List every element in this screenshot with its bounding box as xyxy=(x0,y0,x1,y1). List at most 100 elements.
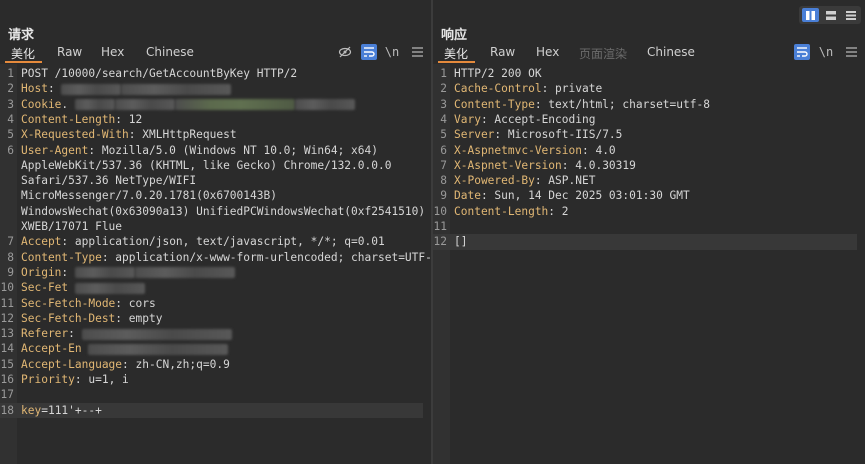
editor-line[interactable]: 10 Sec-Fet xyxy=(0,280,423,295)
wrap-lines-icon[interactable] xyxy=(794,44,810,60)
tab-pretty[interactable]: 美化 xyxy=(444,45,468,62)
editor-line[interactable]: 15 Accept-Language: zh-CN,zh;q=0.9 xyxy=(0,357,423,372)
request-editor[interactable]: 1 POST /10000/search/GetAccountByKey HTTP… xyxy=(0,64,439,464)
header-value: : 2 xyxy=(548,204,569,218)
line-number: 12 xyxy=(433,235,447,249)
header-value: : Microsoft-IIS/7.5 xyxy=(494,128,623,142)
header-value: AppleWebKit/537.36 (KHTML, like Gecko) C… xyxy=(21,158,392,172)
menu-icon[interactable] xyxy=(843,44,859,60)
active-tab-underline xyxy=(438,61,475,63)
redacted-value xyxy=(114,99,175,111)
editor-line[interactable]: 12 [] xyxy=(433,234,857,250)
editor-line[interactable]: 13 Referer: xyxy=(0,326,423,341)
editor-line[interactable]: 2 Cache-Control: private xyxy=(433,81,857,96)
editor-line[interactable]: 3 Cookie. xyxy=(0,97,423,112)
header-value: [] xyxy=(454,235,468,249)
newline-icon[interactable]: \n xyxy=(818,44,834,60)
redacted-value xyxy=(74,267,135,279)
editor-line[interactable]: 6 X-Aspnetmvc-Version: 4.0 xyxy=(433,143,857,158)
editor-line[interactable]: 12 Sec-Fetch-Dest: empty xyxy=(0,311,423,326)
active-tab-underline xyxy=(5,61,42,63)
editor-line[interactable]: 9 Date: Sun, 14 Dec 2025 03:01:30 GMT xyxy=(433,188,857,203)
side-by-side-layout-icon[interactable] xyxy=(802,8,819,22)
line-number: 1 xyxy=(440,67,447,80)
header-name: X-Aspnetmvc-Version xyxy=(454,143,582,157)
editor-line[interactable]: 1 POST /10000/search/GetAccountByKey HTTP… xyxy=(0,66,423,81)
line-code: X-Aspnetmvc-Version: 4.0 xyxy=(454,143,616,158)
tab-hex[interactable]: Hex xyxy=(101,45,124,59)
response-editor[interactable]: 1 HTTP/2 200 OK 2 Cache-Control: private 3 Co… xyxy=(433,64,865,464)
editor-line[interactable]: WindowsWechat(0x63090a13) UnifiedPCWindo… xyxy=(0,204,426,219)
editor-line[interactable]: 11 xyxy=(433,219,857,234)
editor-line[interactable]: 5 X-Requested-With: XMLHttpRequest xyxy=(0,127,423,142)
newline-icon[interactable]: \n xyxy=(384,44,400,60)
editor-line[interactable]: Safari/537.36 NetType/WIFI xyxy=(0,173,423,188)
editor-line[interactable]: AppleWebKit/537.36 (KHTML, like Gecko) C… xyxy=(0,158,423,173)
line-code: Host: xyxy=(21,81,232,96)
editor-line[interactable]: 16 Priority: u=1, i xyxy=(0,372,423,387)
line-number: 8 xyxy=(7,250,14,264)
top-bottom-layout-icon[interactable] xyxy=(822,8,839,22)
tab-raw[interactable]: Raw xyxy=(490,45,515,59)
editor-line[interactable]: 18 key=111'+--+ xyxy=(0,402,423,418)
header-value: POST /10000/search/GetAccountByKey HTTP/… xyxy=(21,67,298,80)
request-pane: 请求 美化 Raw Hex Chinese \n 1 POST /10000/se… xyxy=(0,0,439,464)
header-value: =111'+--+ xyxy=(41,403,102,417)
header-value: : cors xyxy=(115,296,156,310)
line-code: Safari/537.36 NetType/WIFI xyxy=(21,173,196,188)
editor-line[interactable]: 7 X-Aspnet-Version: 4.0.30319 xyxy=(433,158,857,173)
header-name: Server xyxy=(454,128,495,142)
line-code: [] xyxy=(454,234,467,249)
tab-hex[interactable]: Hex xyxy=(536,45,559,59)
editor-line[interactable]: 5 Server: Microsoft-IIS/7.5 xyxy=(433,127,857,142)
editor-line[interactable]: 4 Content-Length: 12 xyxy=(0,112,423,127)
header-value: MicroMessenger/7.0.20.1781(0x6700143B) xyxy=(21,189,277,203)
header-name: Sec-Fet xyxy=(21,281,69,295)
editor-line[interactable]: 8 Content-Type: application/x-www-form-ur… xyxy=(0,250,438,265)
line-number: 14 xyxy=(0,342,14,356)
line-number: 4 xyxy=(440,112,447,126)
line-code: Referer: xyxy=(21,326,232,341)
line-number: 16 xyxy=(0,373,14,386)
tab-chinese[interactable]: Chinese xyxy=(146,45,194,59)
tab-raw[interactable]: Raw xyxy=(57,45,82,59)
editor-line[interactable]: 10 Content-Length: 2 xyxy=(433,204,857,219)
editor-line[interactable]: 14 Accept-En xyxy=(0,341,423,356)
header-value: : 4.0 xyxy=(581,143,616,157)
menu-icon[interactable] xyxy=(409,44,425,60)
header-name: Origin xyxy=(21,265,62,279)
header-name: Content-Length xyxy=(454,204,549,218)
editor-line[interactable]: 11 Sec-Fetch-Mode: cors xyxy=(0,296,423,311)
editor-line[interactable]: 6 User-Agent: Mozilla/5.0 (Windows NT 10.… xyxy=(0,143,423,158)
tab-render[interactable]: 页面渲染 xyxy=(579,45,627,62)
header-value: : Accept-Encoding xyxy=(480,112,596,126)
eye-slash-icon[interactable] xyxy=(337,44,353,60)
tabs-layout-icon[interactable] xyxy=(842,8,859,22)
header-value: : zh-CN,zh;q=0.9 xyxy=(122,357,230,371)
header-name: Accept xyxy=(21,235,62,249)
editor-line[interactable]: 3 Content-Type: text/html; charset=utf-8 xyxy=(433,97,857,112)
editor-line[interactable]: 17 xyxy=(0,387,423,402)
line-code: Priority: u=1, i xyxy=(21,372,129,387)
editor-line[interactable]: 9 Origin: xyxy=(0,265,423,280)
editor-line[interactable]: XWEB/17071 Flue xyxy=(0,219,423,234)
header-value: WindowsWechat(0x63090a13) UnifiedPCWindo… xyxy=(21,204,426,218)
tab-pretty[interactable]: 美化 xyxy=(11,45,35,62)
header-name: User-Agent xyxy=(21,143,89,157)
editor-line[interactable]: MicroMessenger/7.0.20.1781(0x6700143B) xyxy=(0,188,423,203)
tab-chinese[interactable]: Chinese xyxy=(647,45,695,59)
line-number: 2 xyxy=(7,82,14,96)
editor-line[interactable]: 7 Accept: application/json, text/javascri… xyxy=(0,234,423,249)
header-name: key xyxy=(21,403,42,417)
header-value: : text/html; charset=utf-8 xyxy=(534,97,710,111)
editor-line[interactable]: 4 Vary: Accept-Encoding xyxy=(433,112,857,127)
editor-line[interactable]: 2 Host: xyxy=(0,81,423,96)
line-number: 9 xyxy=(7,265,14,279)
wrap-lines-icon[interactable] xyxy=(361,44,377,60)
editor-line[interactable]: 1 HTTP/2 200 OK xyxy=(433,66,857,81)
line-code: User-Agent: Mozilla/5.0 (Windows NT 10.0… xyxy=(21,143,378,158)
editor-line[interactable]: 8 X-Powered-By: ASP.NET xyxy=(433,173,857,188)
line-number: 10 xyxy=(433,204,447,218)
line-code: Accept-Language: zh-CN,zh;q=0.9 xyxy=(21,357,230,372)
line-number: 18 xyxy=(0,403,14,417)
